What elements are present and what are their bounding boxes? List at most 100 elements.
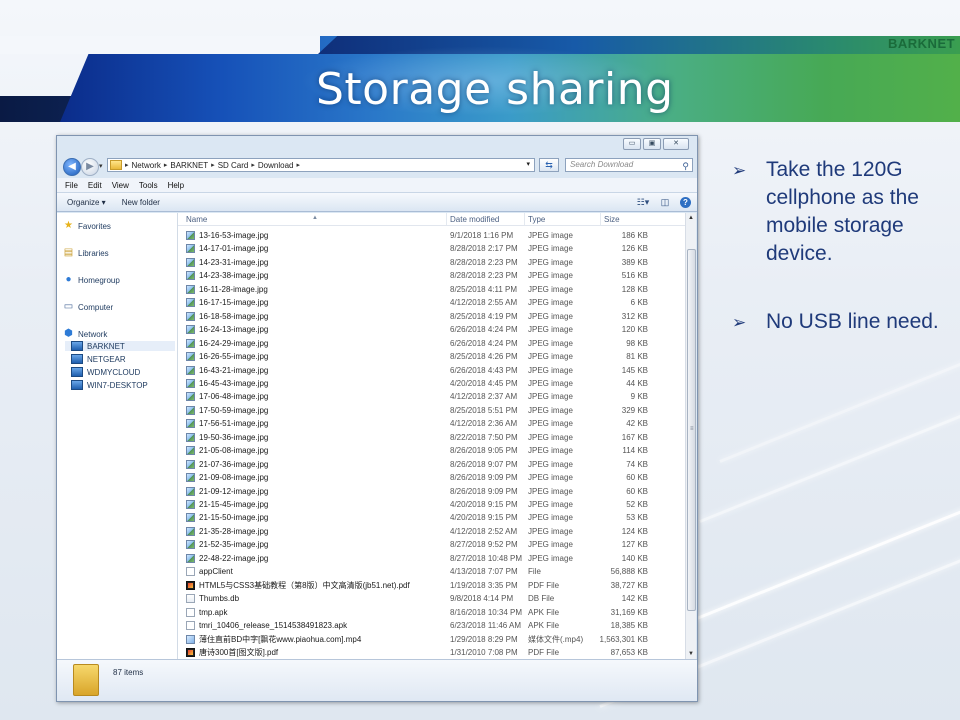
image-file-icon — [186, 325, 195, 335]
menu-help[interactable]: Help — [168, 181, 184, 190]
close-button[interactable]: ✕ — [663, 138, 689, 150]
file-row[interactable]: 21-52-35-image.jpg 8/27/2018 9:52 PM JPEG … — [178, 538, 685, 551]
file-size: 145 KB — [621, 365, 648, 375]
file-date: 4/12/2018 2:52 AM — [450, 526, 518, 536]
maximize-button[interactable]: ▣ — [643, 138, 661, 150]
menu-view[interactable]: View — [112, 181, 129, 190]
file-row[interactable]: Thumbs.db 9/8/2018 4:14 PM DB File 142 KB — [178, 592, 685, 605]
nav-item-netgear[interactable]: NETGEAR — [71, 354, 126, 364]
file-row[interactable]: 21-09-08-image.jpg 8/26/2018 9:09 PM JPEG … — [178, 471, 685, 484]
file-row[interactable]: 14-23-38-image.jpg 8/28/2018 2:23 PM JPEG … — [178, 269, 685, 282]
menu-file[interactable]: File — [65, 181, 78, 190]
chevron-down-icon[interactable]: ▾ — [526, 160, 530, 168]
search-input[interactable]: Search Download ⚲ — [565, 158, 693, 172]
file-name-cell: 19-50-36-image.jpg — [186, 431, 268, 444]
preview-pane-icon[interactable]: ◫ — [658, 196, 672, 208]
breadcrumb-network[interactable]: Network — [132, 161, 161, 170]
file-row[interactable]: 16-26-55-image.jpg 8/25/2018 4:26 PM JPEG … — [178, 350, 685, 363]
bullet-text: No USB line need. — [766, 310, 939, 333]
file-row[interactable]: 16-45-43-image.jpg 4/20/2018 4:45 PM JPEG … — [178, 377, 685, 390]
file-row[interactable]: 薄住直前BD中字[飘花www.piaohua.com].mp4 1/29/2018… — [178, 633, 685, 646]
file-date: 4/12/2018 2:37 AM — [450, 392, 518, 402]
refresh-button[interactable]: ⇆ — [539, 158, 559, 172]
nav-homegroup[interactable]: ● Homegroup — [63, 275, 119, 285]
file-icon — [186, 567, 195, 577]
file-row[interactable]: 16-18-58-image.jpg 8/25/2018 4:19 PM JPEG … — [178, 310, 685, 323]
file-row[interactable]: 17-50-59-image.jpg 8/25/2018 5:51 PM JPEG … — [178, 404, 685, 417]
file-row[interactable]: appClient 4/13/2018 7:07 PM File 56,888 KB — [178, 565, 685, 578]
file-date: 8/25/2018 4:26 PM — [450, 352, 518, 362]
file-row[interactable]: tmp.apk 8/16/2018 10:34 PM APK File 31,169 … — [178, 606, 685, 619]
file-row[interactable]: HTML5与CSS3基础教程（第8版）中文高清版(jb51.net).pdf 1/… — [178, 579, 685, 592]
file-row[interactable]: 22-48-22-image.jpg 8/27/2018 10:48 PM JPEG… — [178, 552, 685, 565]
image-file-icon — [186, 526, 195, 536]
vertical-scrollbar[interactable]: ▲ ≡ ▼ — [685, 213, 696, 659]
nav-libraries-label: Libraries — [78, 248, 109, 258]
breadcrumb-barknet[interactable]: BARKNET — [170, 161, 208, 170]
file-row[interactable]: 19-50-36-image.jpg 8/22/2018 7:50 PM JPEG … — [178, 431, 685, 444]
file-row[interactable]: 21-15-45-image.jpg 4/20/2018 9:15 PM JPEG … — [178, 498, 685, 511]
file-row[interactable]: tmri_10406_release_1514538491823.apk 6/23… — [178, 619, 685, 632]
nav-network[interactable]: ⬢ Network — [63, 329, 107, 339]
file-row[interactable]: 21-07-36-image.jpg 8/26/2018 9:07 PM JPEG … — [178, 458, 685, 471]
db-file-icon — [186, 594, 195, 604]
file-row[interactable]: 16-17-15-image.jpg 4/12/2018 2:55 AM JPEG … — [178, 296, 685, 309]
nav-computer[interactable]: ▭ Computer — [63, 302, 113, 312]
file-name: 22-48-22-image.jpg — [199, 553, 269, 563]
search-icon[interactable]: ⚲ — [682, 160, 689, 172]
file-row[interactable]: 21-15-50-image.jpg 4/20/2018 9:15 PM JPEG … — [178, 511, 685, 524]
nav-libraries[interactable]: ▤ Libraries — [63, 248, 109, 258]
breadcrumb-download[interactable]: Download — [258, 161, 294, 170]
file-row[interactable]: 16-11-28-image.jpg 8/25/2018 4:11 PM JPEG … — [178, 283, 685, 296]
column-size-header[interactable]: Size — [604, 215, 620, 224]
help-icon[interactable]: ? — [680, 196, 691, 208]
forward-button[interactable]: ▶ — [81, 158, 99, 176]
new-folder-button[interactable]: New folder — [122, 198, 160, 207]
file-row[interactable]: 14-23-31-image.jpg 8/28/2018 2:23 PM JPEG … — [178, 256, 685, 269]
file-name-cell: 16-11-28-image.jpg — [186, 283, 268, 296]
file-name-cell: 21-15-45-image.jpg — [186, 498, 268, 511]
file-type: JPEG image — [528, 486, 573, 496]
scroll-down-arrow[interactable]: ▼ — [686, 649, 696, 659]
breadcrumb-sd-card[interactable]: SD Card — [218, 161, 249, 170]
nav-favorites[interactable]: ★ Favorites — [63, 221, 111, 231]
file-row[interactable]: 16-24-29-image.jpg 6/26/2018 4:24 PM JPEG … — [178, 337, 685, 350]
file-row[interactable]: 14-17-01-image.jpg 8/28/2018 2:17 PM JPEG … — [178, 242, 685, 255]
nav-item-wdmycloud[interactable]: WDMYCLOUD — [71, 367, 140, 377]
view-options-icon[interactable]: ☷▾ — [636, 196, 650, 208]
file-row[interactable]: 17-56-51-image.jpg 4/12/2018 2:36 AM JPEG … — [178, 417, 685, 430]
file-row[interactable]: 17-06-48-image.jpg 4/12/2018 2:37 AM JPEG … — [178, 390, 685, 403]
back-button[interactable]: ◀ — [63, 158, 81, 176]
menu-edit[interactable]: Edit — [88, 181, 102, 190]
scroll-up-arrow[interactable]: ▲ — [686, 213, 696, 223]
file-name: 21-05-08-image.jpg — [199, 446, 269, 456]
file-name: 21-35-28-image.jpg — [199, 526, 269, 536]
menu-tools[interactable]: Tools — [139, 181, 158, 190]
file-row[interactable]: 16-43-21-image.jpg 6/26/2018 4:43 PM JPEG … — [178, 364, 685, 377]
organize-button[interactable]: Organize ▾ — [67, 198, 106, 207]
file-name-cell: 薄住直前BD中字[飘花www.piaohua.com].mp4 — [186, 633, 361, 646]
file-date: 8/28/2018 2:23 PM — [450, 257, 518, 267]
image-file-icon — [186, 459, 195, 469]
address-bar[interactable]: ▸ Network ▸ BARKNET ▸ SD Card ▸ Download… — [107, 158, 535, 172]
minimize-button[interactable]: ▭ — [623, 138, 641, 150]
file-row[interactable]: 16-24-13-image.jpg 6/26/2018 4:24 PM JPEG … — [178, 323, 685, 336]
scroll-thumb[interactable]: ≡ — [687, 249, 696, 611]
file-row[interactable]: 21-09-12-image.jpg 8/26/2018 9:09 PM JPEG … — [178, 485, 685, 498]
file-name-cell: 21-15-50-image.jpg — [186, 511, 268, 524]
column-type-header[interactable]: Type — [528, 215, 545, 224]
image-file-icon — [186, 486, 195, 496]
nav-item-win7-desktop[interactable]: WIN7-DESKTOP — [71, 380, 148, 390]
file-row[interactable]: 21-05-08-image.jpg 8/26/2018 9:05 PM JPEG … — [178, 444, 685, 457]
file-name: 14-23-38-image.jpg — [199, 271, 269, 281]
recent-pages-dropdown[interactable]: ▾ — [99, 162, 103, 170]
column-date-header[interactable]: Date modified — [450, 215, 499, 224]
file-name-cell: 13-16-53-image.jpg — [186, 229, 268, 242]
nav-item-barknet[interactable]: BARKNET — [65, 341, 175, 351]
file-row[interactable]: 21-35-28-image.jpg 4/12/2018 2:52 AM JPEG … — [178, 525, 685, 538]
file-row[interactable]: 唐诗300首[图文版].pdf 1/31/2010 7:08 PM PDF File… — [178, 646, 685, 659]
file-name-cell: appClient — [186, 565, 233, 578]
image-file-icon — [186, 392, 195, 402]
column-name-header[interactable]: Name — [186, 215, 207, 224]
file-row[interactable]: 13-16-53-image.jpg 9/1/2018 1:16 PM JPEG i… — [178, 229, 685, 242]
